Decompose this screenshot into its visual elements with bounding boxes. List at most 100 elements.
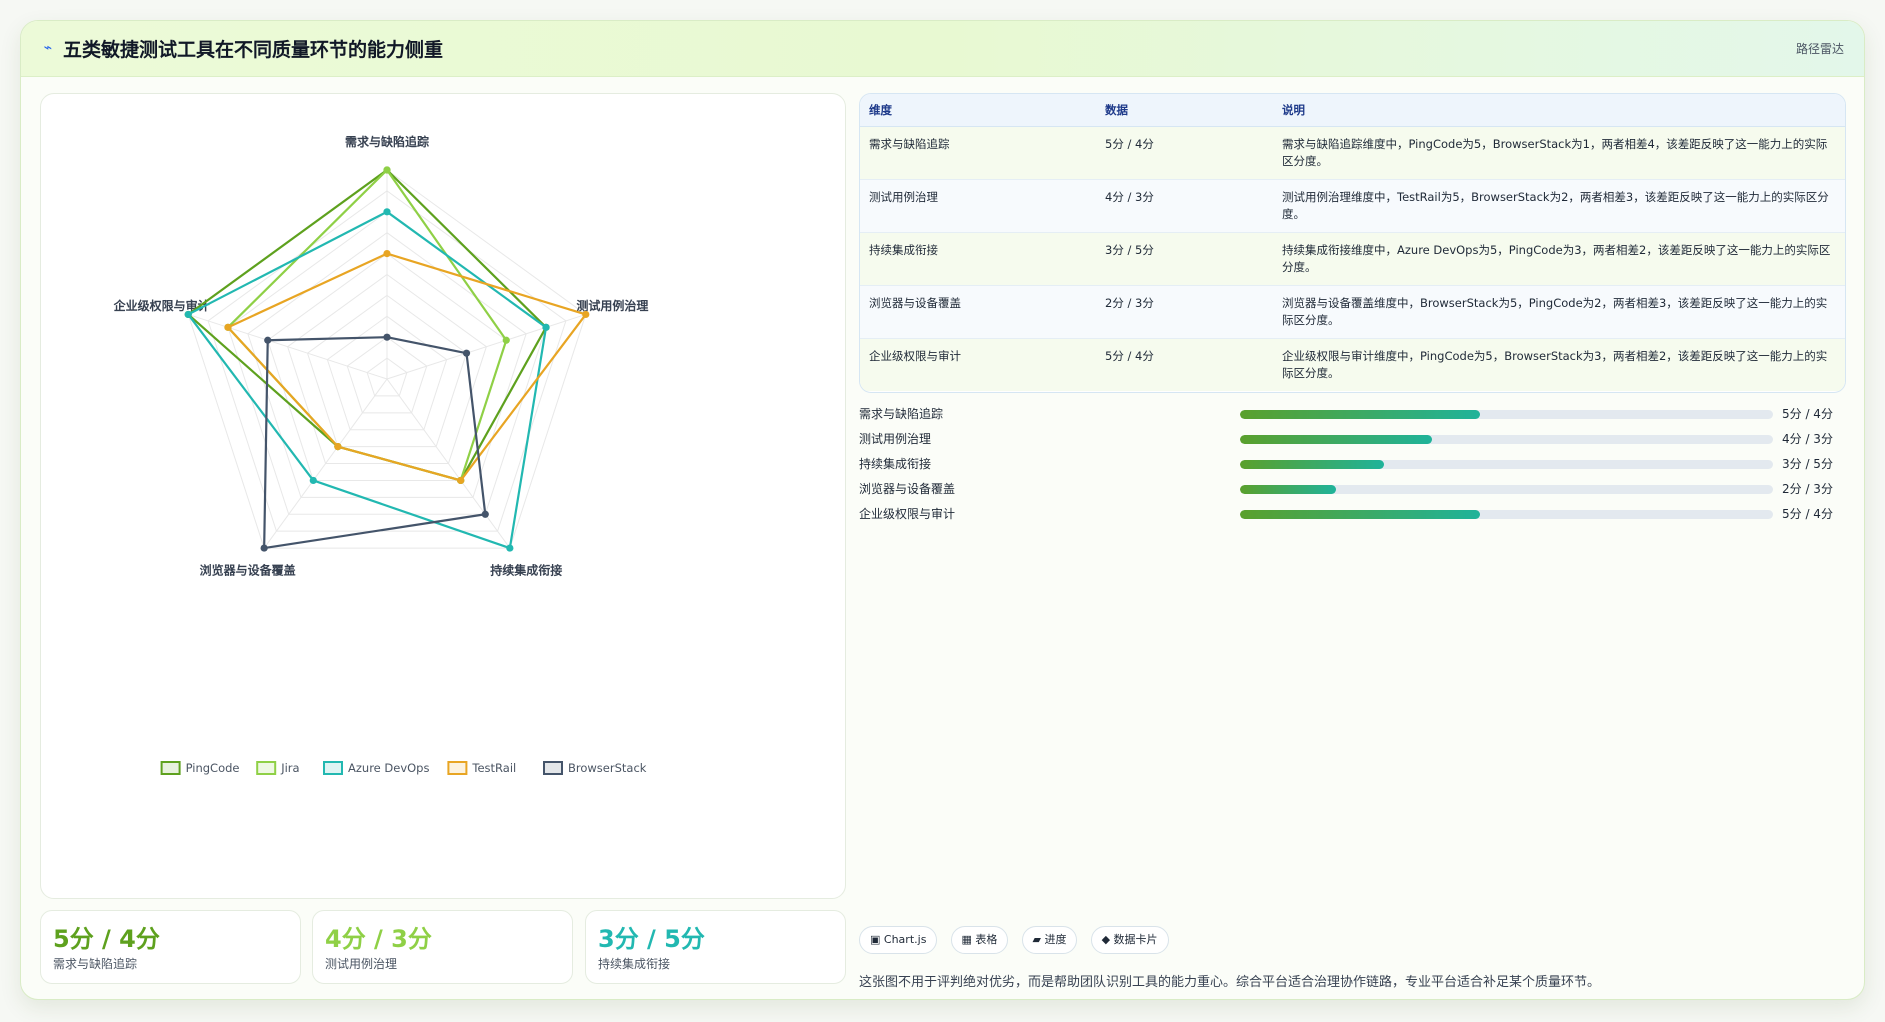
- progress-value: 5分 / 4分: [1782, 407, 1833, 421]
- card-header: ⌁ 五类敏捷测试工具在不同质量环节的能力侧重 路径雷达: [21, 21, 1864, 77]
- table-row: 测试用例治理 4分 / 3分 测试用例治理维度中，TestRail为5，Brow…: [860, 179, 1845, 233]
- chip-data-card[interactable]: ◆ 数据卡片: [1090, 926, 1169, 954]
- column-header: 数据: [1096, 94, 1273, 127]
- table-cell: 5分 / 4分: [1096, 338, 1273, 391]
- table-cell: 4分 / 3分: [1096, 179, 1273, 233]
- data-point: [502, 336, 510, 344]
- legend-swatch: [447, 761, 468, 775]
- table-row: 需求与缺陷追踪 5分 / 4分 需求与缺陷追踪维度中，PingCode为5，Br…: [860, 126, 1845, 180]
- stat-label: 持续集成衔接: [598, 957, 671, 971]
- table-cell: 测试用例治理: [860, 179, 1096, 233]
- lightning-icon: ⌁: [43, 40, 53, 56]
- data-point: [506, 544, 514, 552]
- axis-label: 测试用例治理: [576, 298, 648, 313]
- chip-chartjs[interactable]: ▣ Chart.js: [859, 926, 938, 954]
- chip-table[interactable]: ▦ 表格: [950, 926, 1009, 954]
- progress-track: [1240, 435, 1773, 444]
- progress-fill: [1240, 485, 1336, 494]
- progress-track: [1240, 485, 1773, 494]
- progress-value: 4分 / 3分: [1782, 432, 1833, 446]
- data-point: [383, 333, 391, 341]
- footnote: 这张图不用于评判绝对优劣，而是帮助团队识别工具的能力重心。综合平台适合治理协作链…: [859, 975, 1601, 990]
- data-point: [309, 476, 317, 485]
- progress-fill: [1240, 435, 1432, 444]
- progress-row: 浏览器与设备覆盖 2分 / 3分: [859, 476, 1846, 501]
- progress-label: 持续集成衔接: [859, 457, 932, 471]
- data-point: [383, 208, 391, 216]
- legend-label: TestRail: [471, 761, 516, 775]
- legend-label: BrowserStack: [568, 761, 647, 775]
- stat-card: 3分 / 5分 持续集成衔接: [585, 910, 846, 984]
- legend-swatch: [256, 761, 277, 775]
- data-point: [184, 310, 192, 319]
- table-cell: 浏览器与设备覆盖: [860, 285, 1096, 339]
- stat-value: 5分 / 4分: [53, 925, 160, 953]
- data-point: [383, 166, 391, 174]
- data-point: [542, 323, 550, 331]
- data-table: 维度 数据 说明 需求与缺陷追踪 5分 / 4分 需求与缺陷追踪维度中，Ping…: [859, 93, 1846, 393]
- table-cell: 5分 / 4分: [1096, 126, 1273, 180]
- chip-label: 进度: [1044, 933, 1067, 946]
- data-point: [224, 323, 232, 331]
- legend-label: Jira: [280, 761, 299, 775]
- table-cell: 测试用例治理维度中，TestRail为5，BrowserStack为2，两者相差…: [1273, 179, 1845, 233]
- stat-label: 需求与缺陷追踪: [53, 957, 138, 971]
- table-cell: 持续集成衔接: [860, 232, 1096, 286]
- series-line: [263, 336, 487, 550]
- chip-progress[interactable]: ▰ 进度: [1021, 926, 1078, 954]
- table-cell: 3分 / 5分: [1096, 232, 1273, 286]
- card-icon: ◆: [1101, 933, 1111, 946]
- table-cell: 持续集成衔接维度中，Azure DevOps为5，PingCode为3，两者相差…: [1273, 232, 1845, 286]
- progress-value: 3分 / 5分: [1782, 457, 1833, 471]
- stat-card: 4分 / 3分 测试用例治理: [312, 910, 573, 984]
- table-row: 持续集成衔接 3分 / 5分 持续集成衔接维度中，Azure DevOps为5，…: [860, 232, 1845, 286]
- legend-label: PingCode: [186, 761, 240, 775]
- legend-swatch: [543, 761, 563, 775]
- data-point: [481, 510, 489, 518]
- grid-spoke: [386, 313, 586, 380]
- progress-row: 企业级权限与审计 5分 / 4分: [859, 501, 1846, 526]
- stat-value: 3分 / 5分: [598, 925, 705, 953]
- progress-label: 测试用例治理: [859, 432, 932, 446]
- table-icon: ▦: [961, 933, 972, 946]
- data-point: [457, 476, 465, 485]
- progress-track: [1240, 510, 1773, 519]
- chip-label: 数据卡片: [1113, 933, 1158, 946]
- table-cell: 浏览器与设备覆盖维度中，BrowserStack为5，PingCode为2，两者…: [1273, 285, 1845, 339]
- progress-row: 测试用例治理 4分 / 3分: [859, 426, 1846, 451]
- chart-type-tag: 路径雷达: [1795, 42, 1844, 56]
- table-cell: 需求与缺陷追踪: [860, 126, 1096, 180]
- radar-chart-panel: 需求与缺陷追踪 测试用例治理 持续集成衔接 浏览器与设备覆盖 企业级权限与审计 PingC…: [40, 93, 846, 899]
- axis-label: 持续集成衔接: [490, 563, 562, 578]
- progress-track: [1240, 460, 1773, 469]
- table-row: 浏览器与设备覆盖 2分 / 3分 浏览器与设备覆盖维度中，BrowserStac…: [860, 285, 1845, 339]
- chip-label: 表格: [975, 933, 998, 946]
- column-header: 说明: [1273, 94, 1845, 127]
- progress-track: [1240, 410, 1773, 419]
- legend-label: Azure DevOps: [348, 761, 429, 775]
- progress-row: 持续集成衔接 3分 / 5分: [859, 451, 1846, 476]
- stat-label: 测试用例治理: [325, 957, 398, 971]
- series-line: [187, 168, 548, 482]
- data-point: [334, 443, 342, 451]
- library-chips: ▣ Chart.js ▦ 表格 ▰ 进度 ◆ 数据卡片: [859, 926, 1177, 956]
- axis-label: 需求与缺陷追踪: [345, 134, 429, 149]
- chip-label: Chart.js: [883, 933, 927, 946]
- data-point: [264, 336, 272, 344]
- data-point: [260, 544, 268, 552]
- progress-value: 2分 / 3分: [1782, 482, 1833, 496]
- table-cell: 2分 / 3分: [1096, 285, 1273, 339]
- radar-card: ⌁ 五类敏捷测试工具在不同质量环节的能力侧重 路径雷达 需求与缺陷追踪 测试用例治…: [20, 20, 1865, 1000]
- data-point: [383, 250, 391, 258]
- table-cell: 企业级权限与审计: [860, 338, 1096, 391]
- progress-row: 需求与缺陷追踪 5分 / 4分: [859, 401, 1846, 426]
- progress-icon: ▰: [1032, 933, 1041, 946]
- table-header-row: 维度 数据 说明: [860, 94, 1845, 127]
- progress-bars: 需求与缺陷追踪 5分 / 4分 测试用例治理 4分 / 3分 持续集成衔接 3分…: [859, 401, 1846, 526]
- progress-label: 浏览器与设备覆盖: [859, 482, 956, 496]
- data-point: [582, 310, 590, 319]
- table-cell: 需求与缺陷追踪维度中，PingCode为5，BrowserStack为1，两者相…: [1273, 126, 1845, 180]
- progress-fill: [1240, 510, 1480, 519]
- progress-label: 企业级权限与审计: [859, 507, 956, 521]
- radar-chart: 需求与缺陷追踪测试用例治理持续集成衔接浏览器与设备覆盖企业级权限与审计PingC…: [113, 134, 648, 775]
